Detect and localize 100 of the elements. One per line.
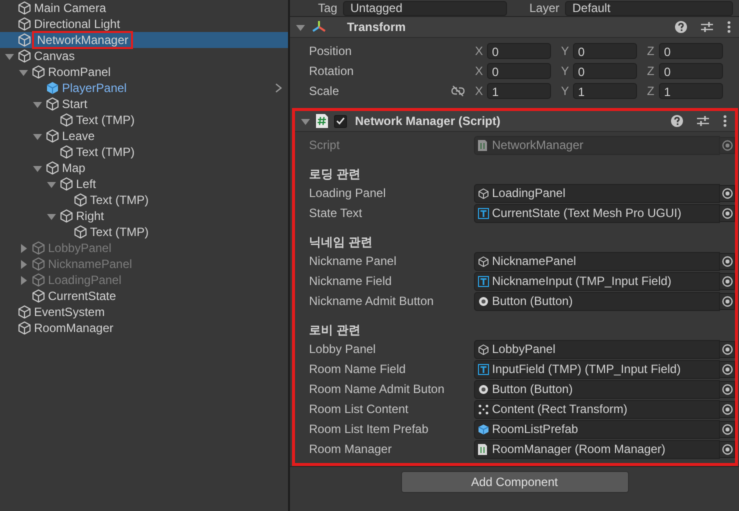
number-field[interactable]: 0 xyxy=(487,43,551,59)
expand-arrow-icon[interactable] xyxy=(19,68,28,76)
expand-arrow-icon[interactable] xyxy=(47,212,56,220)
settings-sliders-icon[interactable] xyxy=(697,115,709,127)
object-picker-button[interactable] xyxy=(720,340,735,358)
object-picker-button[interactable] xyxy=(720,440,735,458)
section-heading: 로비 관련 xyxy=(308,322,362,339)
hierarchy-item[interactable]: Text (TMP) xyxy=(0,224,288,240)
collapse-arrow-icon[interactable] xyxy=(19,260,28,268)
component-header[interactable]: Network Manager (Script) xyxy=(295,111,735,132)
expand-arrow-icon[interactable] xyxy=(301,116,310,126)
object-picker-button[interactable] xyxy=(720,252,735,270)
item-label: RoomPanel xyxy=(48,65,111,79)
expand-arrow-icon[interactable] xyxy=(33,100,42,108)
hierarchy-item[interactable]: EventSystem xyxy=(0,304,288,320)
item-label: Directional Light xyxy=(34,17,120,31)
tag-dropdown[interactable]: Untagged xyxy=(343,0,508,16)
item-label: Map xyxy=(62,161,86,175)
hierarchy-item[interactable]: Start xyxy=(0,96,288,112)
number-field[interactable]: 0 xyxy=(659,63,723,79)
component-header[interactable]: Transform xyxy=(290,17,739,38)
field-label: Loading Panel xyxy=(309,186,387,200)
item-label: Leave xyxy=(62,129,95,143)
object-field[interactable]: Content (Rect Transform) xyxy=(474,400,720,418)
object-picker-button[interactable] xyxy=(720,360,735,378)
object-picker-button[interactable] xyxy=(720,420,735,438)
target-icon xyxy=(722,188,732,198)
number-field[interactable]: 1 xyxy=(573,83,637,99)
hierarchy-item[interactable]: Canvas xyxy=(0,48,288,64)
more-menu-icon[interactable] xyxy=(727,21,731,33)
object-field[interactable]: LoadingPanel xyxy=(474,184,720,202)
object-picker-button[interactable] xyxy=(720,400,735,418)
object-field[interactable]: NicknameInput (TMP_Input Field) xyxy=(474,272,720,290)
expand-arrow-icon[interactable] xyxy=(47,180,56,188)
hierarchy-item[interactable]: CurrentState xyxy=(0,288,288,304)
object-field[interactable]: InputField (TMP) (TMP_Input Field) xyxy=(474,360,720,378)
number-field[interactable]: 0 xyxy=(573,43,637,59)
script-file-icon xyxy=(478,140,489,150)
hierarchy-item[interactable]: Map xyxy=(0,160,288,176)
enable-checkbox[interactable] xyxy=(334,114,347,128)
number-field[interactable]: 1 xyxy=(659,83,723,99)
hierarchy-item[interactable]: Text (TMP) xyxy=(0,144,288,160)
number-field[interactable]: 0 xyxy=(573,63,637,79)
cube-icon xyxy=(478,344,489,354)
hierarchy-item[interactable]: Right xyxy=(0,208,288,224)
object-picker-button[interactable] xyxy=(720,184,735,202)
object-field[interactable]: Button (Button) xyxy=(474,292,720,310)
object-field[interactable]: NicknamePanel xyxy=(474,252,720,270)
target-icon xyxy=(722,424,732,434)
number-field[interactable]: 1 xyxy=(487,83,551,99)
number-field[interactable]: 0 xyxy=(487,63,551,79)
field-label: Position xyxy=(309,44,352,58)
axis-label: Z xyxy=(646,84,656,98)
expand-arrow-icon[interactable] xyxy=(33,164,42,172)
settings-sliders-icon[interactable] xyxy=(701,21,713,33)
expand-arrow-icon[interactable] xyxy=(33,132,42,140)
field-label: Room Name Field xyxy=(309,362,407,376)
item-label: NetworkManager xyxy=(34,33,132,47)
object-field[interactable]: CurrentState (Text Mesh Pro UGUI) xyxy=(474,204,720,222)
target-icon xyxy=(722,140,732,150)
collapse-arrow-icon[interactable] xyxy=(19,276,28,284)
target-icon xyxy=(722,344,732,354)
axis-label: Y xyxy=(560,84,570,98)
field-label: State Text xyxy=(309,206,364,220)
cube-icon xyxy=(74,193,87,207)
hierarchy-item[interactable]: PlayerPanel xyxy=(0,80,288,96)
help-icon[interactable] xyxy=(671,115,683,127)
add-component-button[interactable]: Add Component xyxy=(400,471,628,493)
object-picker-button[interactable] xyxy=(720,292,735,310)
hierarchy-item[interactable]: NetworkManager xyxy=(0,32,288,48)
more-menu-icon[interactable] xyxy=(723,115,727,127)
object-field[interactable]: LobbyPanel xyxy=(474,340,720,358)
hierarchy-item[interactable]: Text (TMP) xyxy=(0,112,288,128)
hierarchy-item[interactable]: Main Camera xyxy=(0,0,288,16)
collapse-arrow-icon[interactable] xyxy=(19,244,28,252)
field-label: Scale xyxy=(309,84,340,98)
unlinked-icon[interactable] xyxy=(451,85,465,97)
number-field[interactable]: 0 xyxy=(659,43,723,59)
expand-arrow-icon[interactable] xyxy=(296,22,305,32)
hierarchy-item[interactable]: Text (TMP) xyxy=(0,192,288,208)
tag-label: Tag xyxy=(318,1,338,15)
axis-label: Z xyxy=(646,64,656,78)
object-field[interactable]: Button (Button) xyxy=(474,380,720,398)
object-picker-button[interactable] xyxy=(720,136,735,154)
chevron-right-icon[interactable] xyxy=(275,83,282,93)
expand-arrow-icon[interactable] xyxy=(5,52,14,60)
object-picker-button[interactable] xyxy=(720,204,735,222)
object-field[interactable]: RoomManager (Room Manager) xyxy=(474,440,720,458)
hierarchy-item[interactable]: RoomPanel xyxy=(0,64,288,80)
help-icon[interactable] xyxy=(675,21,687,33)
object-picker-button[interactable] xyxy=(720,272,735,290)
hierarchy-item[interactable]: Leave xyxy=(0,128,288,144)
object-picker-button[interactable] xyxy=(720,380,735,398)
layer-dropdown[interactable]: Default xyxy=(565,0,733,16)
field-label: Room Name Admit Buton xyxy=(309,382,446,396)
cube-icon xyxy=(46,129,59,143)
object-field[interactable]: RoomListPrefab xyxy=(474,420,720,438)
hierarchy-item[interactable]: Directional Light xyxy=(0,16,288,32)
hierarchy-item[interactable]: RoomManager xyxy=(0,320,288,336)
hierarchy-item[interactable]: Left xyxy=(0,176,288,192)
